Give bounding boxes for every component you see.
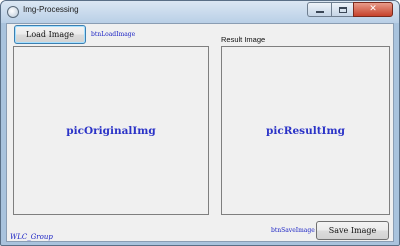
result-image-caption: Result Image [221,35,266,44]
window-title: Img-Processing [23,5,79,14]
original-image-picturebox: picOriginalImg [13,46,209,215]
result-picturebox-name: picResultImg [266,124,345,137]
title-bar[interactable]: Img-Processing ✕ [1,1,399,23]
form-client-area: Load Image btnLoadImage Result Image pic… [6,23,394,242]
save-button-name-label: btnSaveImage [271,227,315,234]
original-picturebox-name: picOriginalImg [66,124,156,137]
close-button[interactable]: ✕ [353,2,393,17]
save-image-button[interactable]: Save Image [316,221,389,240]
minimize-button[interactable] [307,2,331,17]
result-image-picturebox: picResultImg [221,46,390,215]
load-button-name-label: btnLoadImage [91,31,136,38]
window-controls: ✕ [307,2,393,18]
maximize-icon [338,6,347,13]
maximize-button[interactable] [331,2,353,17]
app-icon [7,6,19,18]
load-image-button[interactable]: Load Image [14,25,86,44]
app-window: Img-Processing ✕ Load Image btnLoadImage… [0,0,400,246]
group-name-label: WLC_Group [10,233,53,241]
minimize-icon [315,11,324,13]
close-icon: ✕ [369,4,377,14]
